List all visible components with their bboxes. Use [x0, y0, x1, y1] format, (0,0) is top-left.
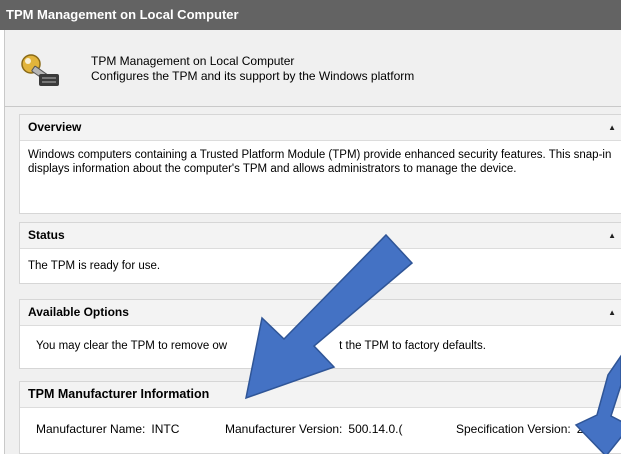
- options-text-start: You may clear the TPM to remove ow: [36, 340, 228, 352]
- options-section: Available Options ▲ You may clear the TP…: [19, 299, 621, 369]
- manufacturer-name-value: INTC: [151, 422, 180, 436]
- status-section: Status ▲ The TPM is ready for use.: [19, 222, 621, 284]
- manufacturer-version: Manufacturer Version: 500.14.0.(: [225, 422, 402, 436]
- overview-heading: Overview: [28, 120, 82, 134]
- options-text: You may clear the TPM to remove ow t the …: [20, 326, 621, 353]
- status-heading: Status: [28, 228, 65, 242]
- snap-in-pane: TPM Management on Local Computer Configu…: [4, 30, 621, 454]
- manufacturer-fields: Manufacturer Name: INTC Manufacturer Vers…: [20, 408, 621, 452]
- snap-in-header: TPM Management on Local Computer Configu…: [5, 30, 621, 107]
- collapse-caret-icon[interactable]: ▲: [608, 223, 616, 248]
- specification-version: Specification Version: 2.0: [456, 422, 593, 436]
- options-header[interactable]: Available Options ▲: [20, 300, 621, 326]
- manufacturer-version-value: 500.14.0.(: [348, 422, 403, 436]
- manufacturer-name: Manufacturer Name: INTC: [36, 422, 179, 436]
- options-heading: Available Options: [28, 305, 129, 319]
- key-icon: [21, 54, 59, 86]
- manufacturer-header[interactable]: TPM Manufacturer Information: [20, 382, 621, 408]
- manufacturer-version-label: Manufacturer Version:: [225, 422, 343, 436]
- collapse-caret-icon[interactable]: ▲: [608, 300, 616, 325]
- specification-version-value: 2.0: [576, 422, 594, 436]
- overview-text: Windows computers containing a Trusted P…: [28, 149, 612, 175]
- overview-section: Overview ▲ Windows computers containing …: [19, 114, 621, 214]
- window-title: TPM Management on Local Computer: [0, 0, 621, 30]
- collapse-caret-icon[interactable]: ▲: [608, 115, 616, 140]
- header-title: TPM Management on Local Computer: [91, 54, 295, 68]
- status-header[interactable]: Status ▲: [20, 223, 621, 249]
- manufacturer-heading: TPM Manufacturer Information: [28, 387, 210, 401]
- status-text: The TPM is ready for use.: [28, 260, 161, 272]
- specification-version-label: Specification Version:: [456, 422, 571, 436]
- overview-header[interactable]: Overview ▲: [20, 115, 621, 141]
- header-subtitle: Configures the TPM and its support by th…: [91, 69, 415, 83]
- options-text-end: t the TPM to factory defaults.: [339, 340, 486, 352]
- manufacturer-section: TPM Manufacturer Information Manufacture…: [19, 381, 621, 454]
- manufacturer-name-label: Manufacturer Name:: [36, 422, 146, 436]
